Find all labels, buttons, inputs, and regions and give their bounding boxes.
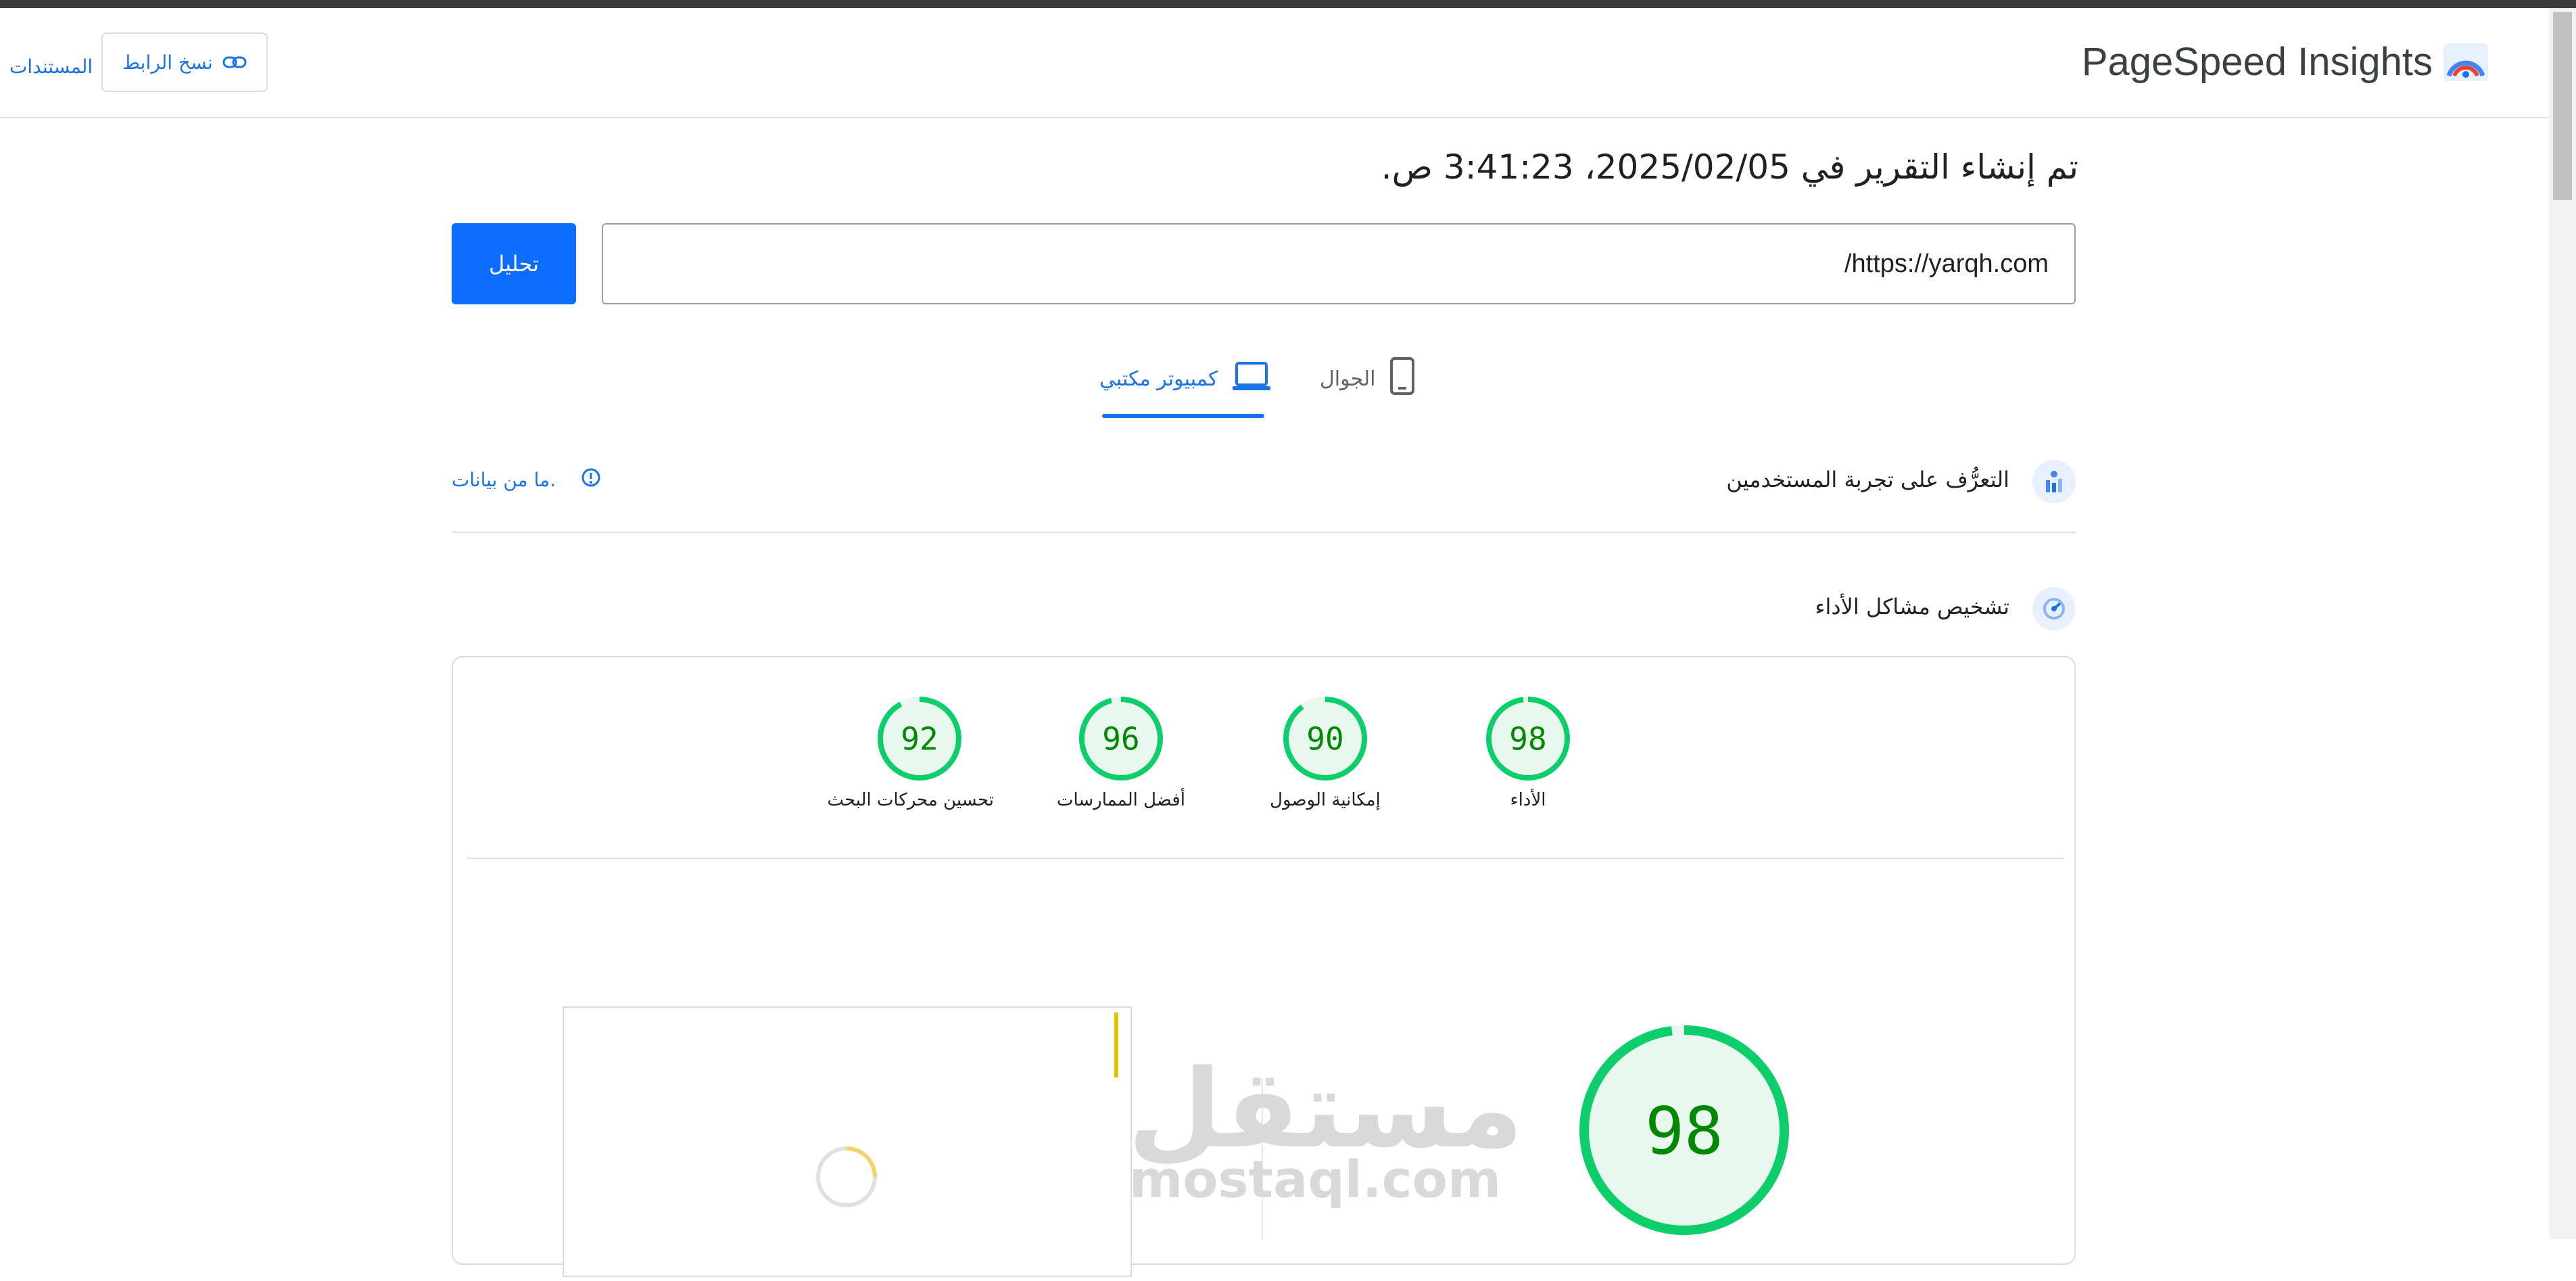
report-generated-time: تم إنشاء التقرير في 2025/02/05، 3:41:23 … (1381, 147, 2078, 187)
gauge-icon (2032, 587, 2076, 630)
phone-icon (1389, 357, 1416, 400)
field-data-section: التعرُّف على تجربة المستخدمين ما من بيان… (452, 455, 2076, 509)
copy-link-button[interactable]: نسخ الرابط (101, 32, 268, 92)
info-icon (580, 467, 602, 493)
score-gauge[interactable]: 92 تحسين محركات البحث (827, 697, 994, 810)
laptop-icon (1231, 360, 1272, 397)
main-performance-gauge: 98 (1579, 1025, 1789, 1235)
score-value: 96 (1102, 721, 1139, 758)
diagnose-section: تشخيص مشاكل الأداء (452, 582, 2076, 636)
active-tab-indicator (1102, 414, 1264, 418)
page-screenshot (563, 1006, 1132, 1277)
page-scrollbar[interactable] (2549, 8, 2576, 1239)
card-divider (467, 858, 2064, 859)
brand-title[interactable]: PageSpeed Insights (2082, 39, 2433, 85)
app-header: PageSpeed Insights نسخ الرابط المستندات (0, 8, 2549, 118)
score-label: تحسين محركات البحث (827, 790, 994, 810)
diagnose-title: تشخيص مشاكل الأداء (1815, 594, 2009, 620)
window-top-strip (0, 0, 2576, 8)
docs-link[interactable]: المستندات (9, 55, 93, 78)
watermark-latin: mostaql.com (1129, 1149, 1502, 1209)
scrollbar-thumb[interactable] (2553, 12, 2572, 200)
pagespeed-logo-icon (2442, 42, 2489, 83)
score-label: الأداء (1510, 790, 1546, 810)
tab-desktop-label: كمبيوتر مكتبي (1099, 367, 1218, 391)
score-gauge[interactable]: 98 الأداء (1454, 697, 1602, 810)
watermark-arabic: مستقل (1128, 1046, 1524, 1172)
analyze-button[interactable]: تحليل (452, 223, 576, 304)
tab-desktop[interactable]: كمبيوتر مكتبي (1099, 352, 1272, 406)
score-value: 98 (1509, 721, 1546, 758)
url-input[interactable] (602, 223, 2076, 304)
screenshot-accent-line (1114, 1012, 1118, 1077)
no-data-label: ما من بيانات. (452, 469, 556, 491)
section-divider (452, 532, 2076, 533)
score-value: 90 (1306, 721, 1343, 758)
copy-link-label: نسخ الرابط (122, 51, 213, 74)
score-value: 98 (1645, 1094, 1723, 1169)
field-data-title: التعرُّف على تجربة المستخدمين (1726, 467, 2009, 492)
no-data-link[interactable]: ما من بيانات. (452, 467, 602, 493)
score-label: أفضل الممارسات (1056, 790, 1186, 810)
score-label: إمكانية الوصول (1270, 790, 1381, 810)
tab-mobile[interactable]: الجوال (1320, 352, 1416, 406)
link-icon (222, 51, 247, 74)
tab-mobile-label: الجوال (1320, 367, 1376, 391)
score-value: 92 (901, 721, 938, 758)
score-gauge[interactable]: 96 أفضل الممارسات (1047, 697, 1195, 810)
score-gauge[interactable]: 90 إمكانية الوصول (1251, 697, 1400, 810)
users-chart-icon (2032, 460, 2076, 503)
